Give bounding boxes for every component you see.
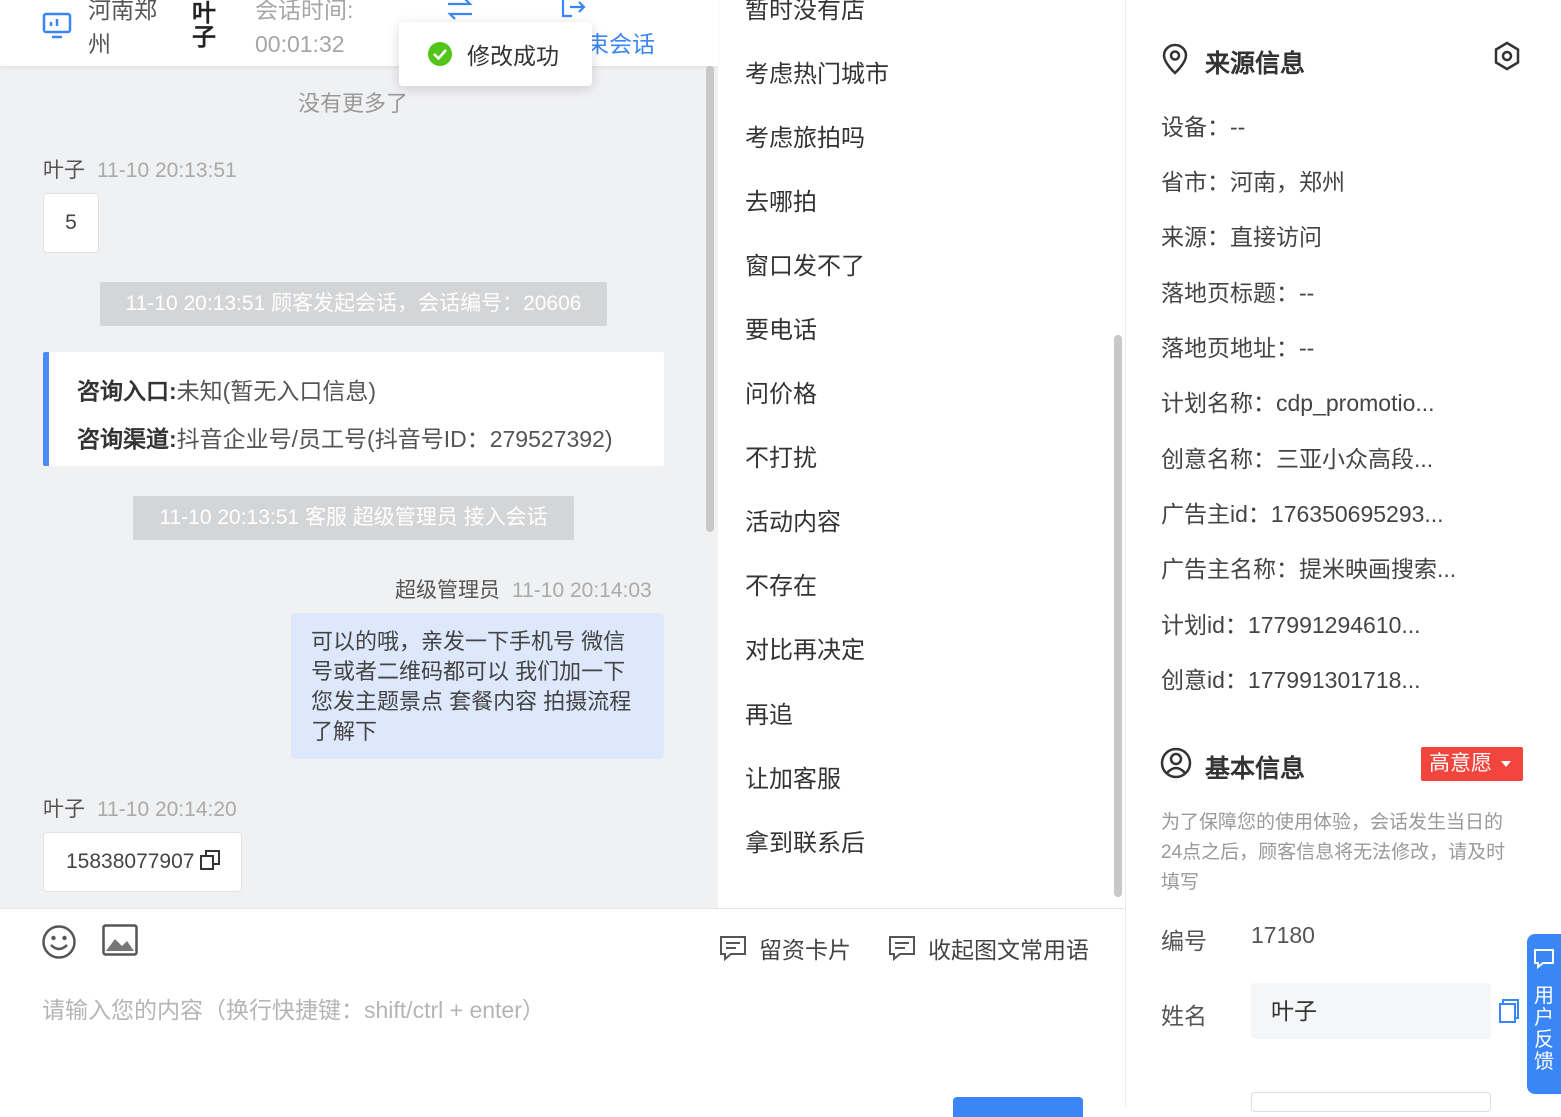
phrase-item[interactable]: 拿到联系后: [745, 823, 865, 858]
copy-icon[interactable]: [1498, 998, 1520, 1024]
source-advertiser-name: 广告主名称：提米映画搜索...: [1161, 556, 1457, 582]
collapse-phrases-button[interactable]: 收起图文常用语: [888, 931, 1089, 965]
message-time: 11-10 20:14:03: [512, 579, 652, 602]
next-field-input[interactable]: [1251, 1092, 1491, 1112]
source-advertiser-id: 广告主id：176350695293...: [1161, 501, 1444, 527]
location-line1: 河南郑: [88, 0, 157, 23]
consult-channel-value: 抖音企业号/员工号(抖音号ID：279527392): [176, 426, 613, 452]
source-creative-name: 创意名称：三亚小众高段...: [1161, 446, 1434, 472]
phrase-item[interactable]: 考虑旅拍吗: [745, 118, 865, 153]
basic-info-title: 基本信息: [1205, 755, 1306, 783]
chat-scrollbar[interactable]: [706, 66, 714, 532]
phone-number-text: 15838077907: [66, 850, 195, 873]
phrase-item[interactable]: 让加客服: [745, 759, 841, 794]
phrase-item[interactable]: 对比再决定: [745, 630, 865, 665]
source-plan-name: 计划名称：cdp_promotio...: [1161, 390, 1435, 416]
check-circle-icon: [428, 42, 452, 66]
phrase-item[interactable]: 不打扰: [745, 438, 817, 473]
message-meta: 超级管理员 11-10 20:14:03: [395, 574, 652, 604]
collapse-phrases-label: 收起图文常用语: [928, 937, 1089, 963]
end-session-button[interactable]: 束会话: [586, 28, 655, 60]
phrase-item[interactable]: 活动内容: [745, 502, 841, 537]
user-feedback-button[interactable]: 用户反馈: [1527, 934, 1561, 1094]
consult-entry-row: 咨询入口:未知(暂无入口信息): [77, 372, 376, 406]
phrase-item[interactable]: 要电话: [745, 310, 817, 345]
intent-level-label: 高意愿: [1429, 752, 1492, 775]
exit-icon[interactable]: [560, 0, 586, 20]
message-bubble: 5: [43, 193, 99, 253]
message-meta: 叶子 11-10 20:14:20: [43, 793, 237, 823]
message-input-area: 留资卡片 收起图文常用语 请输入您的内容（换行快捷键：shift/ctrl + …: [0, 908, 1124, 1117]
emoji-icon[interactable]: [41, 924, 77, 960]
lead-card-button[interactable]: 留资卡片: [719, 931, 851, 965]
consult-entry-label: 咨询入口:: [77, 378, 177, 404]
image-icon[interactable]: [102, 924, 138, 956]
customer-id-label: 编号: [1161, 928, 1207, 954]
phrase-item[interactable]: 考虑热门城市: [745, 54, 889, 89]
intent-level-dropdown[interactable]: 高意愿: [1421, 747, 1523, 781]
source-landing-url: 落地页地址：--: [1161, 335, 1315, 361]
message-time: 11-10 20:13:51: [97, 159, 237, 182]
consult-entry-value: 未知(暂无入口信息): [176, 378, 376, 404]
system-message: 11-10 20:13:51 客服 超级管理员 接入会话: [133, 496, 574, 540]
consult-info-card: 咨询入口:未知(暂无入口信息) 咨询渠道:抖音企业号/员工号(抖音号ID：279…: [43, 352, 664, 466]
success-toast: 修改成功: [399, 22, 592, 86]
message-bubble: 15838077907: [43, 832, 242, 892]
consult-channel-row: 咨询渠道:抖音企业号/员工号(抖音号ID：279527392): [77, 420, 613, 454]
phrase-item[interactable]: 再追: [745, 695, 793, 730]
phrase-item[interactable]: 问价格: [745, 374, 817, 409]
session-time-value: 00:01:32: [255, 31, 345, 57]
message-list[interactable]: [0, 66, 718, 908]
message-meta: 叶子 11-10 20:13:51: [43, 154, 237, 184]
chat-header: 河南郑 州 叶子 会话时间: 00:01:32 束会话: [0, 0, 718, 66]
toast-text: 修改成功: [467, 43, 559, 69]
sender-name: 超级管理员: [395, 579, 500, 602]
message-card-icon: [720, 936, 746, 961]
customer-id-value: 17180: [1251, 922, 1315, 948]
copy-icon[interactable]: [200, 850, 221, 870]
user-circle-icon: [1160, 747, 1192, 779]
source-info-title: 来源信息: [1205, 50, 1306, 78]
sender-name: 叶子: [43, 798, 85, 821]
caret-down-icon: [1500, 761, 1511, 767]
source-creative-id: 创意id：177991301718...: [1161, 667, 1421, 693]
monitor-icon: [42, 12, 72, 39]
source-plan-id: 计划id：177991294610...: [1161, 612, 1421, 638]
source-province-city: 省市：河南，郑州: [1161, 169, 1345, 195]
customer-name-label: 姓名: [1161, 1003, 1207, 1029]
customer-name: 叶子: [192, 0, 216, 51]
consult-channel-label: 咨询渠道:: [77, 426, 177, 452]
phrase-item[interactable]: 窗口发不了: [745, 246, 865, 281]
phrase-item[interactable]: 不存在: [745, 566, 817, 601]
source-landing-title: 落地页标题：--: [1161, 280, 1315, 306]
settings-hex-icon[interactable]: [1492, 41, 1522, 71]
transfer-icon[interactable]: [446, 0, 474, 20]
message-time: 11-10 20:14:20: [97, 798, 237, 821]
source-origin: 来源：直接访问: [1161, 224, 1322, 250]
system-message: 11-10 20:13:51 顾客发起会话，会话编号：20606: [100, 282, 607, 326]
location-line2: 州: [88, 31, 111, 57]
message-input[interactable]: 请输入您的内容（换行快捷键：shift/ctrl + enter）: [42, 991, 545, 1025]
customer-name-input[interactable]: 叶子: [1251, 983, 1491, 1039]
location-pin-icon: [1162, 43, 1188, 75]
phrase-scrollbar[interactable]: [1114, 335, 1122, 897]
session-time-label: 会话时间:: [255, 0, 354, 23]
message-bubble: 可以的哦，亲发一下手机号 微信号或者二维码都可以 我们加一下您发主题景点 套餐内…: [291, 613, 664, 759]
source-device: 设备：--: [1161, 114, 1246, 140]
customer-info-panel: 来源信息 设备：-- 省市：河南，郑州 来源：直接访问 落地页标题：-- 落地页…: [1125, 0, 1561, 1112]
quick-phrase-panel: 暂时没有店 考虑热门城市 考虑旅拍吗 去哪拍 窗口发不了 要电话 问价格 不打扰…: [718, 0, 1124, 908]
edit-deadline-note: 为了保障您的使用体验，会话发生当日的24点之后，顾客信息将无法修改，请及时填写: [1161, 812, 1506, 893]
message-icon: [889, 936, 915, 961]
phrase-item[interactable]: 暂时没有店: [745, 0, 865, 25]
phrase-item[interactable]: 去哪拍: [745, 182, 817, 217]
send-button[interactable]: [953, 1097, 1083, 1117]
feedback-icon: [1534, 949, 1554, 970]
lead-card-label: 留资卡片: [759, 937, 851, 963]
sender-name: 叶子: [43, 159, 85, 182]
no-more-text: 没有更多了: [297, 91, 408, 116]
user-feedback-label: 用户反馈: [1534, 985, 1554, 1073]
